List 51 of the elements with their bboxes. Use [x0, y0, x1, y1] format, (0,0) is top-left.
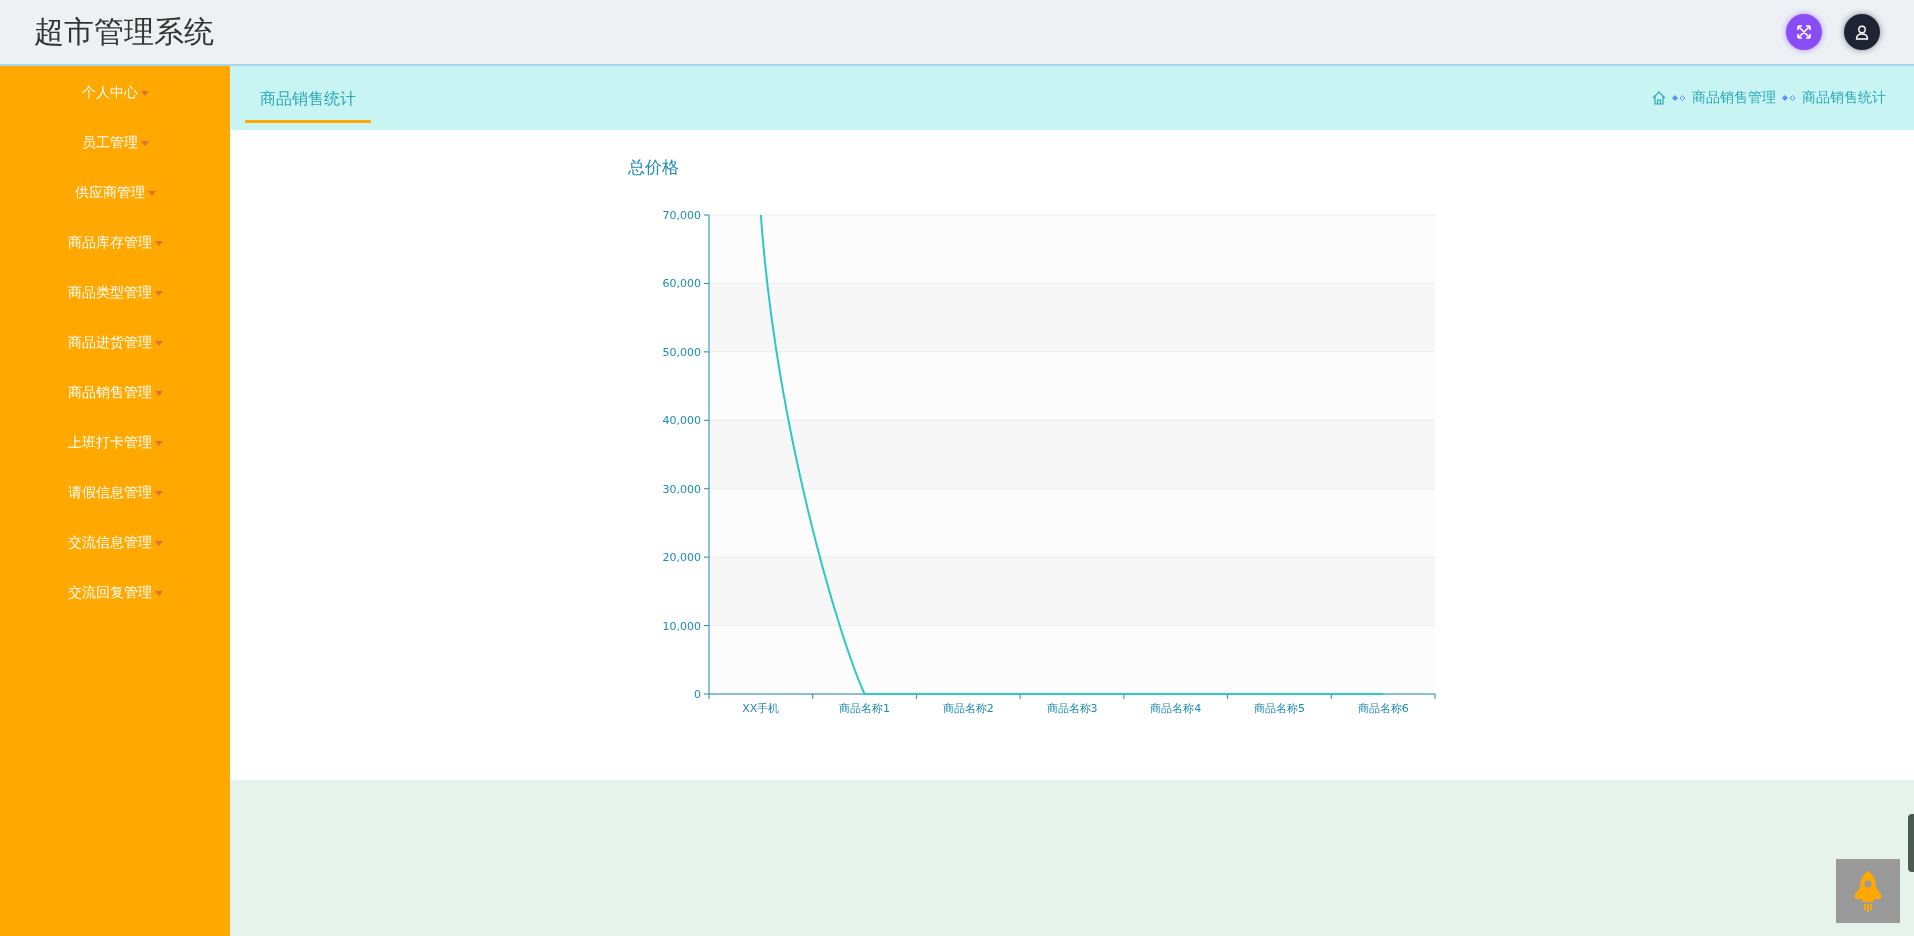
caret-icon: [154, 540, 163, 546]
sidebar-item[interactable]: 供应商管理: [0, 168, 230, 218]
y-tick-label: 40,000: [662, 414, 701, 428]
separator-icon: [1782, 94, 1796, 102]
sidebar-item[interactable]: 交流回复管理: [0, 568, 230, 618]
home-icon[interactable]: [1652, 91, 1666, 105]
x-tick-label: 商品名称6: [1357, 702, 1409, 715]
app-title: 超市管理系统: [34, 12, 215, 51]
fullscreen-button[interactable]: [1786, 14, 1822, 50]
y-tick-label: 70,000: [662, 209, 701, 222]
x-tick-label: XX手机: [742, 702, 780, 715]
breadcrumb-link[interactable]: 商品销售管理: [1692, 89, 1776, 107]
x-tick-label: 商品名称2: [942, 702, 994, 715]
y-tick-label: 0: [694, 688, 701, 701]
sidebar-item[interactable]: 商品库存管理: [0, 218, 230, 268]
x-tick-label: 商品名称5: [1253, 702, 1305, 715]
sidebar-item[interactable]: 商品类型管理: [0, 268, 230, 318]
y-tick-label: 50,000: [662, 345, 701, 359]
tab[interactable]: 商品销售统计: [245, 79, 371, 123]
caret-icon: [154, 490, 163, 496]
back-to-top-button[interactable]: [1836, 859, 1900, 923]
caret-icon: [154, 290, 163, 296]
y-tick-label: 60,000: [662, 277, 701, 291]
caret-icon: [147, 190, 156, 196]
chart-title: 总价格: [628, 156, 679, 179]
sidebar-item[interactable]: 上班打卡管理: [0, 418, 230, 468]
x-tick-label: 商品名称4: [1150, 702, 1202, 715]
caret-icon: [140, 90, 149, 96]
sidebar-item[interactable]: 交流信息管理: [0, 518, 230, 568]
caret-icon: [154, 340, 163, 346]
sidebar-item[interactable]: 请假信息管理: [0, 468, 230, 518]
breadcrumb-link[interactable]: 商品销售统计: [1802, 89, 1886, 107]
caret-icon: [140, 140, 149, 146]
sidebar-item[interactable]: 员工管理: [0, 118, 230, 168]
x-tick-label: 商品名称1: [839, 702, 891, 715]
side-tab[interactable]: [1908, 814, 1914, 872]
sidebar-item[interactable]: 商品进货管理: [0, 318, 230, 368]
user-icon: [1854, 24, 1870, 40]
y-tick-label: 20,000: [662, 551, 701, 565]
separator-icon: [1672, 94, 1686, 102]
caret-icon: [154, 240, 163, 246]
x-tick-label: 商品名称3: [1046, 702, 1098, 715]
y-tick-label: 10,000: [662, 619, 701, 633]
fullscreen-icon: [1796, 24, 1812, 40]
caret-icon: [154, 440, 163, 446]
sidebar-item[interactable]: 商品销售管理: [0, 368, 230, 418]
sidebar-item[interactable]: 个人中心: [0, 68, 230, 118]
y-tick-label: 30,000: [662, 482, 701, 496]
caret-icon: [154, 390, 163, 396]
user-button[interactable]: [1844, 14, 1880, 50]
caret-icon: [154, 590, 163, 596]
